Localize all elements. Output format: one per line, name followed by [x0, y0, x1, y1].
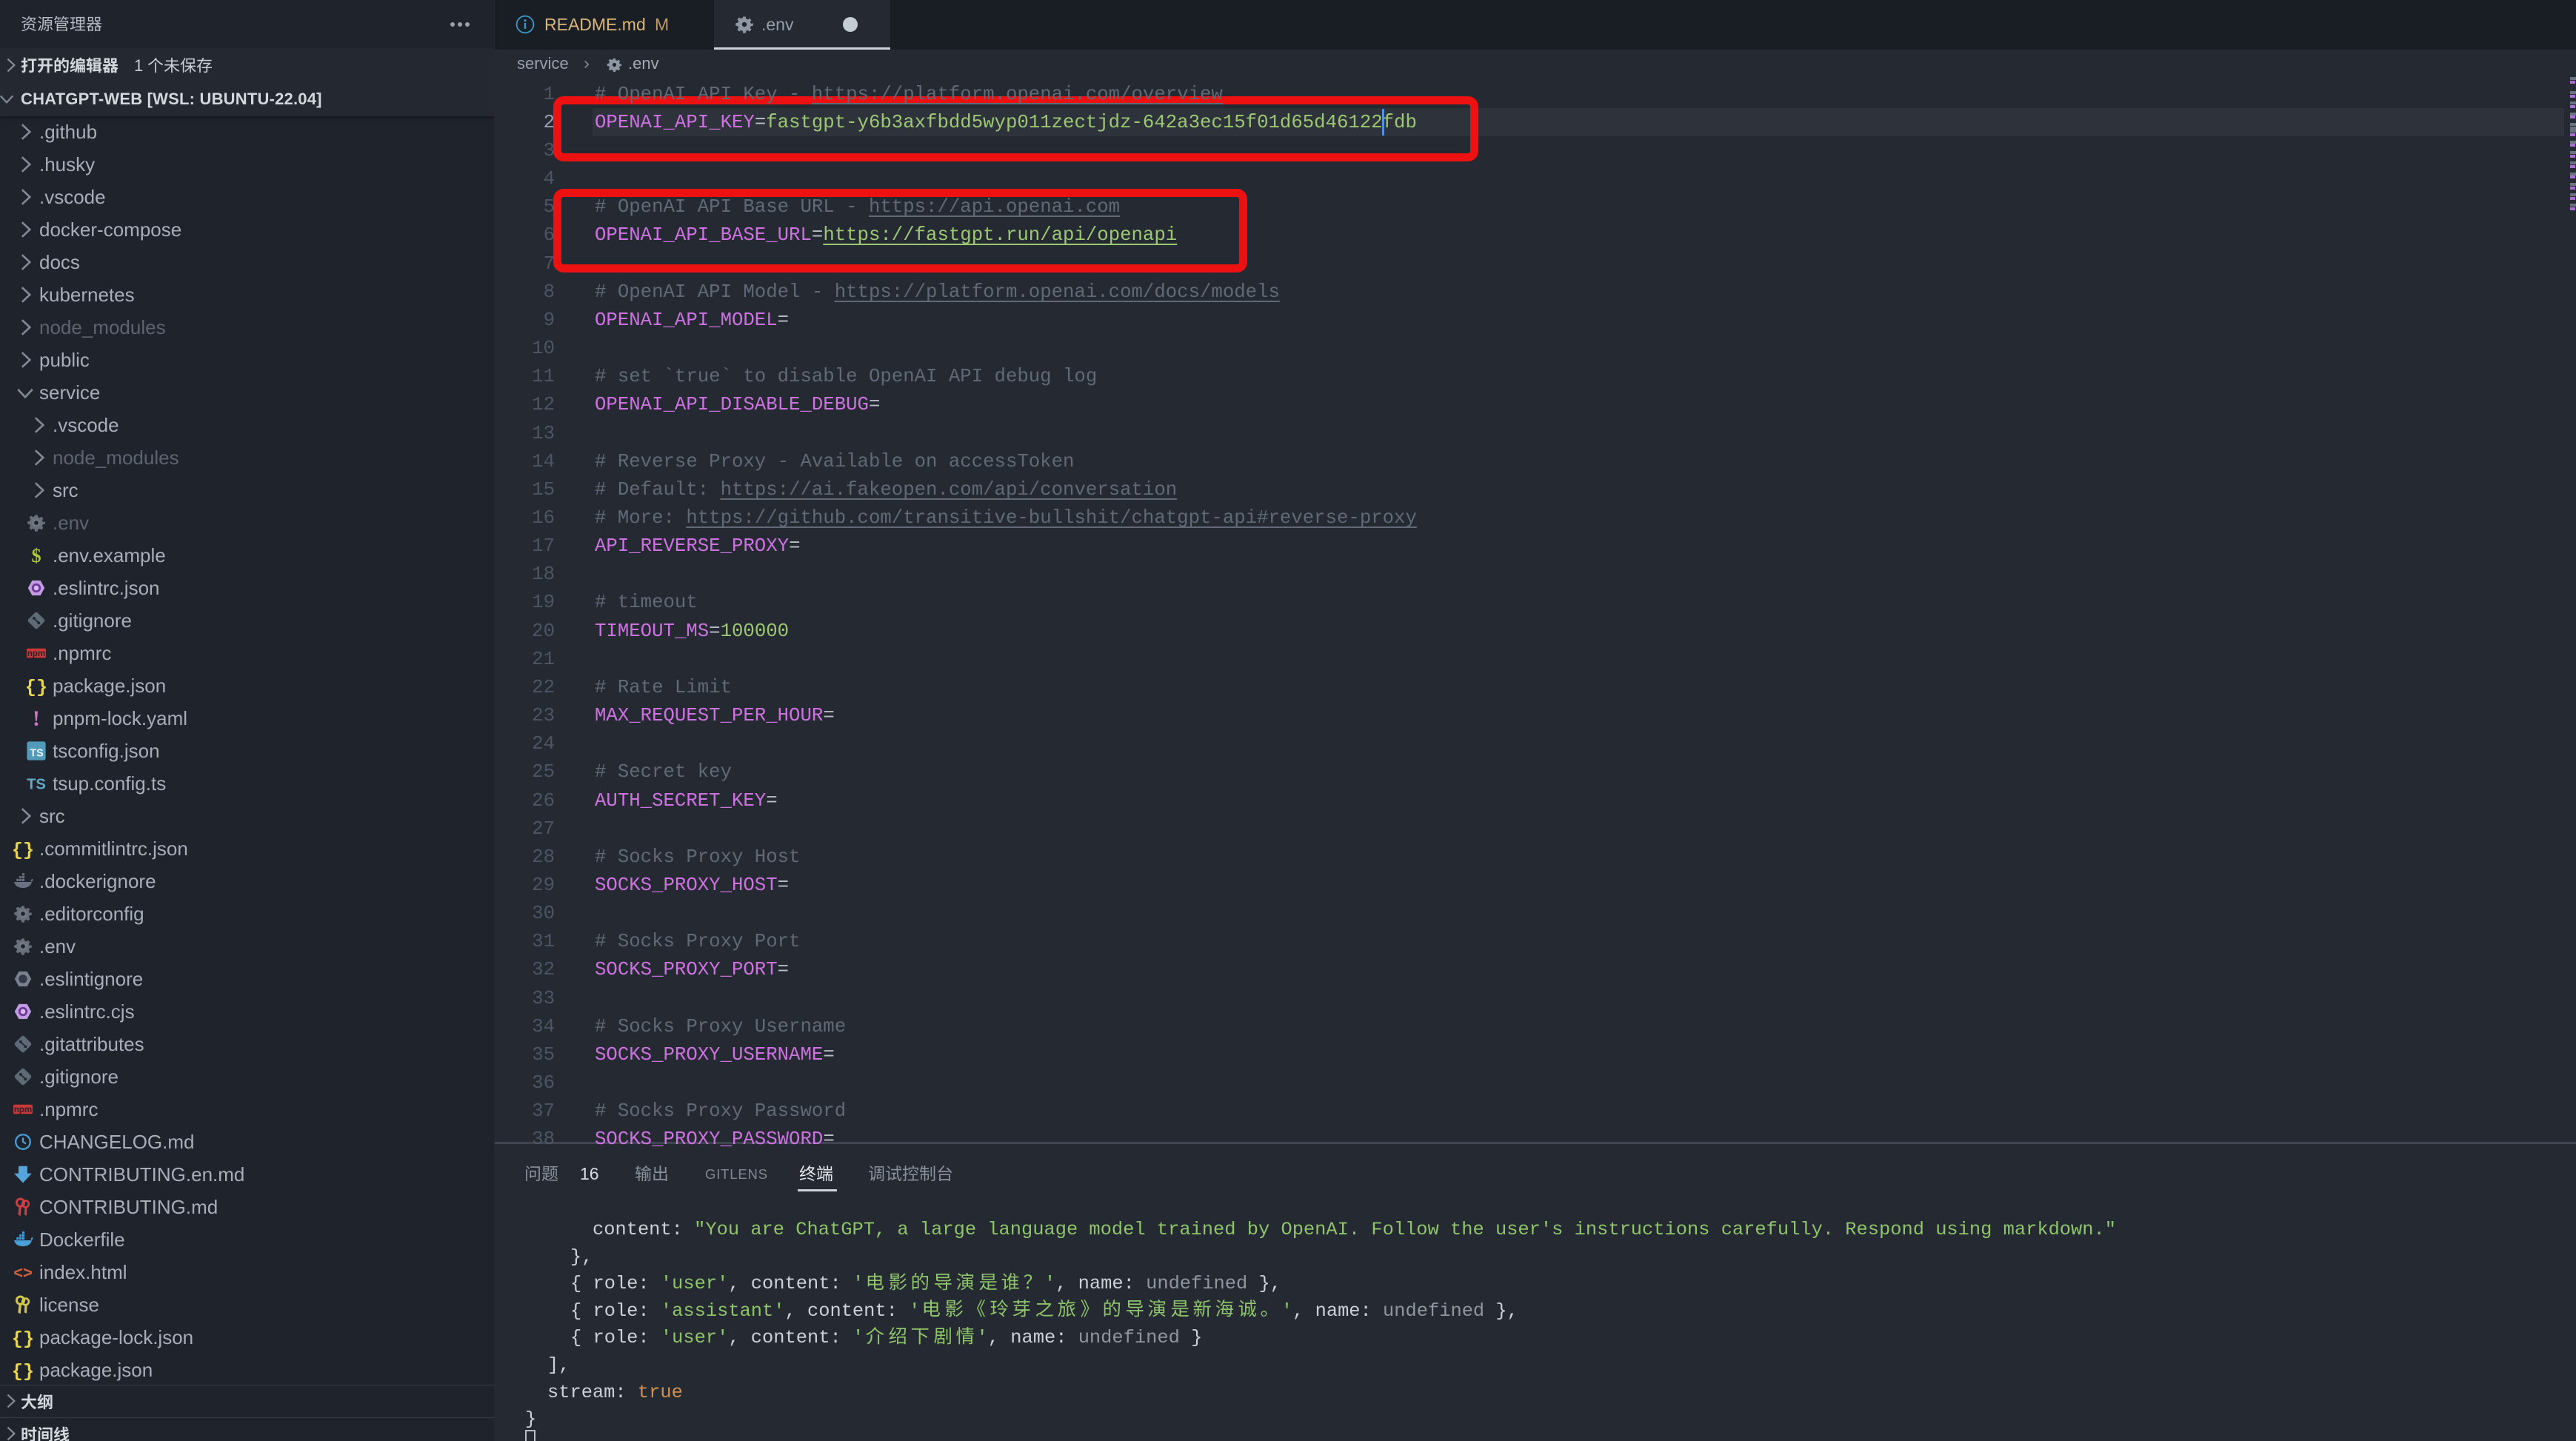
svg-text:$: $ — [31, 545, 41, 566]
svg-text:npm: npm — [14, 1106, 32, 1114]
svg-text:{}: {} — [13, 1361, 33, 1380]
svg-text:TS: TS — [27, 777, 46, 793]
svg-text:!: ! — [33, 708, 40, 729]
svg-text:TS: TS — [30, 747, 43, 759]
svg-text:{}: {} — [13, 1328, 33, 1348]
svg-text:{}: {} — [26, 677, 47, 696]
svg-text:npm: npm — [27, 649, 45, 658]
svg-text:<>: <> — [13, 1263, 33, 1282]
svg-text:{}: {} — [13, 840, 33, 859]
